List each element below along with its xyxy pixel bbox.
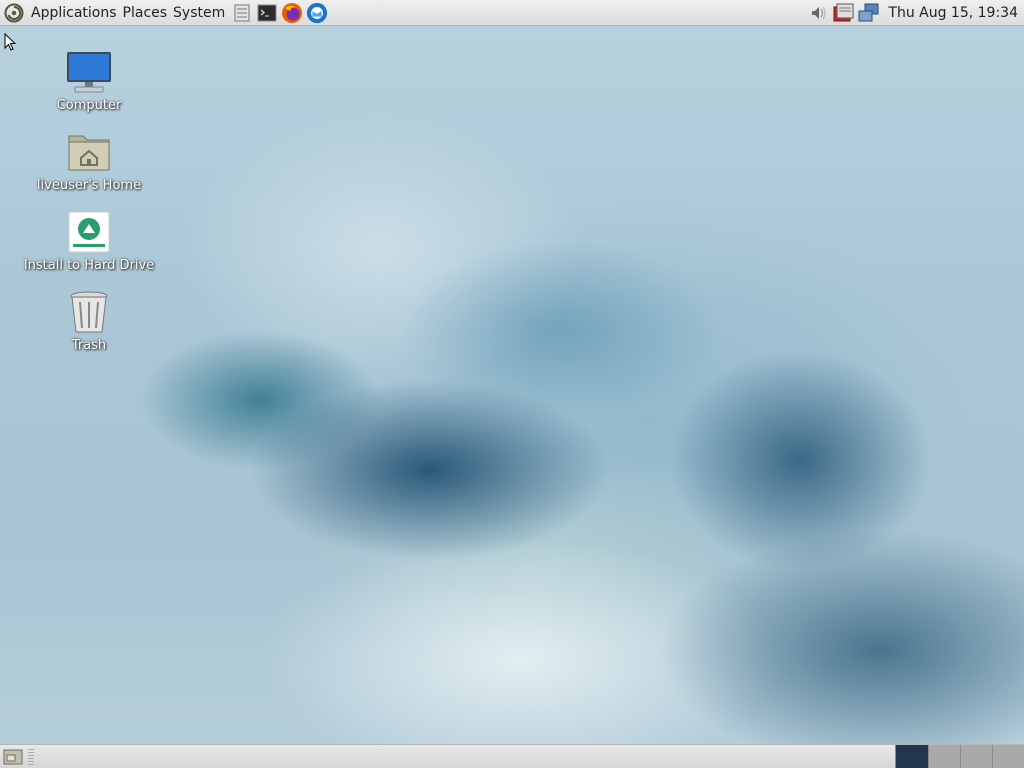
- desktop-icon-home[interactable]: liveuser's Home: [14, 128, 164, 193]
- firefox-icon[interactable]: [281, 2, 303, 24]
- workspace-1[interactable]: [895, 745, 928, 768]
- panel-handle[interactable]: [28, 748, 34, 765]
- system-menu[interactable]: System: [170, 1, 228, 25]
- top-panel: Applications Places System Thu Aug 15, 1…: [0, 0, 1024, 26]
- home-folder-icon: [65, 128, 113, 176]
- clock[interactable]: Thu Aug 15, 19:34: [888, 5, 1018, 21]
- network-icon[interactable]: [858, 2, 880, 24]
- thunderbird-icon[interactable]: [306, 2, 328, 24]
- places-menu[interactable]: Places: [120, 1, 171, 25]
- desktop-icon-trash[interactable]: Trash: [14, 288, 164, 353]
- desktop-icon-label: liveuser's Home: [36, 178, 142, 193]
- desktop-icon-label: Computer: [56, 98, 122, 113]
- applications-menu[interactable]: Applications: [28, 1, 120, 25]
- installer-icon: [65, 208, 113, 256]
- terminal-icon[interactable]: [256, 2, 278, 24]
- desktop-icon-label: Trash: [71, 338, 107, 353]
- workspace-switcher: [895, 745, 1024, 768]
- workspace-2[interactable]: [928, 745, 960, 768]
- workspace-3[interactable]: [960, 745, 992, 768]
- desktop-icon-label: Install to Hard Drive: [23, 258, 155, 273]
- distro-logo-icon[interactable]: [3, 2, 25, 24]
- trash-icon: [65, 288, 113, 336]
- show-desktop-icon[interactable]: [2, 747, 24, 767]
- file-manager-icon[interactable]: [231, 2, 253, 24]
- bottom-panel: [0, 744, 1024, 768]
- desktop-screen: Applications Places System Thu Aug 15, 1…: [0, 0, 1024, 768]
- desktop-wallpaper[interactable]: [0, 0, 1024, 768]
- volume-icon[interactable]: [808, 2, 830, 24]
- update-notifier-icon[interactable]: [833, 2, 855, 24]
- workspace-4[interactable]: [992, 745, 1024, 768]
- computer-icon: [65, 48, 113, 96]
- desktop-icon-computer[interactable]: Computer: [14, 48, 164, 113]
- mouse-cursor-icon: [4, 32, 18, 57]
- desktop-icon-install[interactable]: Install to Hard Drive: [14, 208, 164, 273]
